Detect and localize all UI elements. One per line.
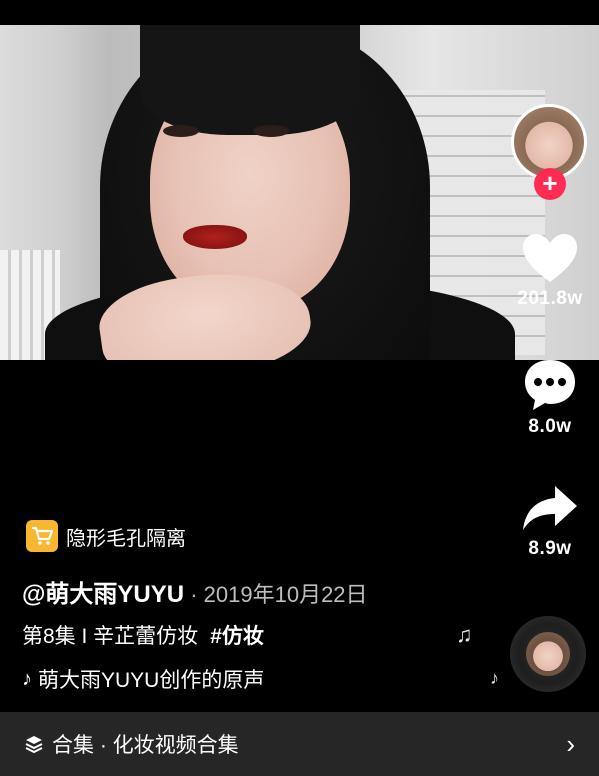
chevron-right-icon: › xyxy=(566,728,575,759)
music-disc[interactable] xyxy=(510,616,586,692)
product-label: 隐形毛孔隔离 xyxy=(66,527,186,550)
music-note-icon: ♪ xyxy=(490,668,499,688)
music-link[interactable]: ♪ 萌大雨YUYU创作的原声 xyxy=(22,664,264,694)
share-count: 8.9w xyxy=(528,538,572,559)
post-description: 第8集 I 辛芷蕾仿妆 #仿妆 xyxy=(22,620,264,650)
comment-icon xyxy=(525,360,575,410)
heart-icon xyxy=(523,234,577,282)
comment-count: 8.0w xyxy=(528,416,572,437)
author-line: @萌大雨YUYU · 2019年10月22日 xyxy=(22,574,368,609)
follow-button[interactable]: + xyxy=(534,168,566,200)
cart-icon xyxy=(26,520,58,552)
music-note-icon: ♫ xyxy=(456,622,473,647)
person-eye-right xyxy=(253,125,289,137)
comment-button[interactable]: 8.0w xyxy=(505,356,595,438)
person-eye-left xyxy=(163,125,199,137)
layers-icon xyxy=(25,736,43,754)
share-icon xyxy=(523,486,577,530)
like-button[interactable]: 201.8w xyxy=(505,232,595,310)
collection-text: 合集 · 化妆视频合集 xyxy=(52,734,239,757)
person-bangs xyxy=(140,25,360,135)
description-text: 第8集 I 辛芷蕾仿妆 xyxy=(22,625,199,648)
collection-bar[interactable]: 合集 · 化妆视频合集 › xyxy=(0,712,599,776)
music-title: 萌大雨YUYU创作的原声 xyxy=(38,669,265,692)
music-disc-cover xyxy=(526,632,570,676)
date-separator: · xyxy=(184,582,204,607)
share-button[interactable]: 8.9w xyxy=(505,482,595,560)
author-name[interactable]: @萌大雨YUYU xyxy=(22,581,184,608)
hashtag-link[interactable]: #仿妆 xyxy=(210,625,264,648)
product-link[interactable]: 隐形毛孔隔离 xyxy=(26,520,186,552)
like-count: 201.8w xyxy=(517,288,583,309)
person-lips xyxy=(183,225,247,249)
video-screen[interactable]: + 201.8w 8.0w 8.9w 隐形毛孔隔离 @萌大雨YUYU · 201… xyxy=(0,0,599,776)
post-date: 2019年10月22日 xyxy=(203,582,368,607)
tiktok-icon: ♪ xyxy=(22,667,32,690)
author-avatar-wrap[interactable]: + xyxy=(511,104,587,200)
